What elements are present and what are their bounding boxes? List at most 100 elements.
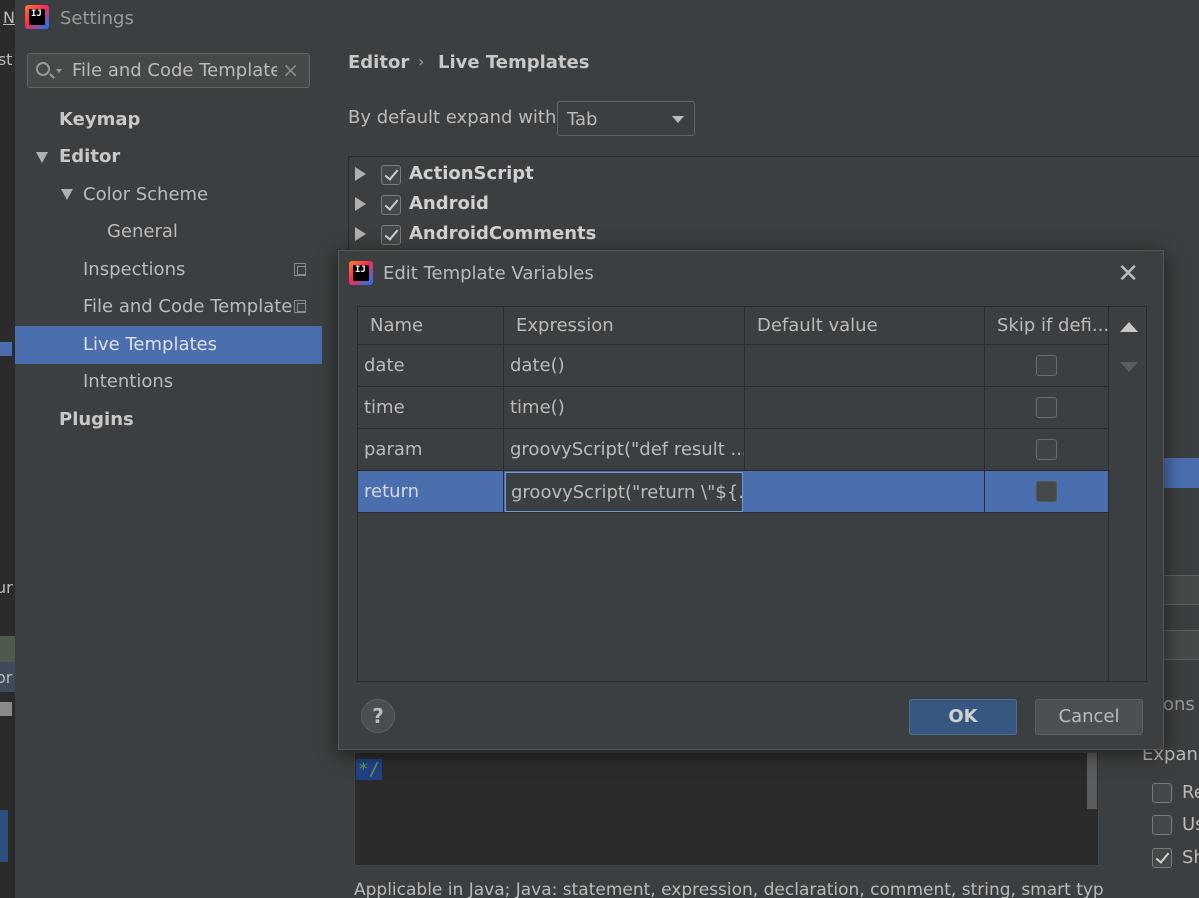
expand-with-label: By default expand with — [348, 107, 557, 128]
skip-if-defined-checkbox[interactable] — [1036, 439, 1057, 460]
option-label: Re — [1182, 782, 1199, 803]
sidebar-item-live-templates[interactable]: Live Templates — [83, 334, 217, 355]
help-button[interactable]: ? — [361, 699, 395, 733]
skip-if-defined-checkbox[interactable] — [1036, 355, 1057, 376]
search-input-value[interactable]: File and Code Template — [72, 60, 277, 81]
sidebar-item-keymap[interactable]: Keymap — [59, 109, 140, 130]
column-header-skip-if-defined[interactable]: Skip if defi... — [985, 307, 1108, 345]
close-icon[interactable]: ✕ — [1117, 259, 1139, 289]
chevron-down-icon — [672, 116, 684, 123]
template-group-row[interactable]: ActionScript — [349, 159, 649, 189]
clear-search-icon[interactable]: × — [282, 58, 299, 82]
search-icon — [36, 62, 50, 76]
sidebar-item-intentions[interactable]: Intentions — [83, 371, 173, 392]
background-text-fragment: N — [3, 8, 15, 27]
background-text-fragment: est — [0, 50, 13, 69]
background-ide-strip: N est ur or — [0, 0, 15, 898]
default-value-cell[interactable] — [745, 429, 985, 471]
intellij-logo-icon: IJ — [349, 261, 373, 285]
editor-scrollbar[interactable] — [1087, 753, 1097, 809]
default-value-cell[interactable] — [745, 387, 985, 429]
template-group-checkbox[interactable] — [381, 225, 401, 245]
background-block — [0, 342, 12, 356]
table-header: Name Expression Default value Skip if de… — [358, 307, 1108, 345]
breadcrumb-separator-icon: › — [418, 52, 425, 71]
column-header-default-value[interactable]: Default value — [745, 307, 985, 345]
project-settings-icon — [294, 263, 306, 276]
column-header-expression[interactable]: Expression — [504, 307, 745, 345]
expand-arrow-icon[interactable] — [36, 152, 48, 163]
expand-arrow-icon[interactable] — [355, 167, 366, 181]
template-group-checkbox[interactable] — [381, 165, 401, 185]
breadcrumb-current: Live Templates — [438, 52, 590, 73]
template-group-label: Android — [409, 193, 489, 214]
table-row[interactable]: time time() — [358, 387, 1108, 429]
sidebar-item-plugins[interactable]: Plugins — [59, 409, 134, 430]
template-group-label: ActionScript — [409, 163, 534, 184]
sidebar-item-inspections[interactable]: Inspections — [83, 259, 185, 280]
expand-with-dropdown[interactable]: Tab — [557, 101, 695, 136]
template-text-editor[interactable]: */ — [354, 752, 1099, 866]
settings-search-input[interactable]: File and Code Template × — [27, 53, 310, 88]
description-field[interactable] — [1163, 630, 1199, 660]
variable-name-cell[interactable]: return — [358, 471, 504, 513]
expression-cell[interactable]: time() — [504, 387, 745, 429]
background-block — [0, 702, 12, 716]
options-heading-fragment: ons — [1163, 694, 1195, 715]
sidebar-item-editor[interactable]: Editor — [59, 146, 120, 167]
template-group-checkbox[interactable] — [381, 195, 401, 215]
applicable-contexts-text[interactable]: Applicable in Java; Java: statement, exp… — [354, 880, 1104, 898]
variables-table: Name Expression Default value Skip if de… — [357, 306, 1109, 682]
move-down-icon[interactable] — [1120, 362, 1138, 372]
background-block — [0, 810, 8, 862]
expand-arrow-icon[interactable] — [355, 197, 366, 211]
sidebar-item-general[interactable]: General — [107, 221, 178, 242]
skip-if-defined-checkbox[interactable] — [1036, 397, 1057, 418]
option-checkbox[interactable] — [1152, 848, 1172, 868]
template-list-selection — [1163, 458, 1199, 488]
expand-arrow-icon[interactable] — [61, 189, 73, 200]
window-title: Settings — [60, 8, 134, 29]
table-reorder-toolbar — [1109, 306, 1147, 682]
default-value-cell[interactable] — [745, 345, 985, 387]
background-block — [0, 636, 15, 662]
table-row[interactable]: date date() — [358, 345, 1108, 387]
template-group-row[interactable]: Android — [349, 189, 649, 219]
sidebar-item-color-scheme[interactable]: Color Scheme — [83, 184, 208, 205]
option-checkbox[interactable] — [1152, 815, 1172, 835]
breadcrumb-parent[interactable]: Editor — [348, 52, 409, 73]
title-bar: IJ Settings — [15, 0, 1199, 38]
default-value-cell[interactable] — [745, 471, 985, 513]
edit-template-variables-dialog: IJ Edit Template Variables ✕ Name Expres… — [338, 250, 1164, 750]
search-history-dropdown-icon[interactable] — [56, 69, 62, 73]
sidebar-item-file-and-code-template[interactable]: File and Code Template — [83, 296, 292, 317]
background-text-fragment: or — [0, 668, 13, 687]
ok-button[interactable]: OK — [909, 699, 1017, 735]
abbreviation-field[interactable] — [1163, 575, 1199, 605]
settings-window: N est ur or IJ Settings File and Code Te… — [0, 0, 1199, 898]
variable-name-cell[interactable]: date — [358, 345, 504, 387]
option-checkbox[interactable] — [1152, 783, 1172, 803]
variable-name-cell[interactable]: param — [358, 429, 504, 471]
move-up-icon[interactable] — [1120, 322, 1138, 332]
table-row[interactable]: param groovyScript("def result ... — [358, 429, 1108, 471]
background-text-fragment: ur — [0, 578, 13, 597]
template-code[interactable]: */ — [356, 759, 382, 780]
expression-cell[interactable]: groovyScript("def result ... — [504, 429, 745, 471]
variable-name-cell[interactable]: time — [358, 387, 504, 429]
expression-cell-editor[interactable]: groovyScript("return \"${... — [505, 472, 743, 512]
expression-cell[interactable]: date() — [504, 345, 745, 387]
settings-sidebar: File and Code Template × Keymap Editor C… — [15, 38, 322, 898]
option-label: Sh — [1182, 847, 1199, 868]
template-groups-tree: ActionScript Android AndroidComments — [348, 156, 1199, 251]
option-label: Us — [1182, 814, 1199, 835]
template-group-row[interactable]: AndroidComments — [349, 219, 649, 249]
intellij-logo-icon: IJ — [25, 5, 49, 29]
expand-arrow-icon[interactable] — [355, 227, 366, 241]
project-settings-icon — [294, 300, 306, 313]
skip-if-defined-checkbox[interactable] — [1036, 481, 1057, 502]
cancel-button[interactable]: Cancel — [1035, 699, 1143, 735]
table-row-selected[interactable]: return groovyScript("return \"${... — [358, 471, 1108, 513]
dialog-title: Edit Template Variables — [383, 263, 594, 284]
column-header-name[interactable]: Name — [358, 307, 504, 345]
